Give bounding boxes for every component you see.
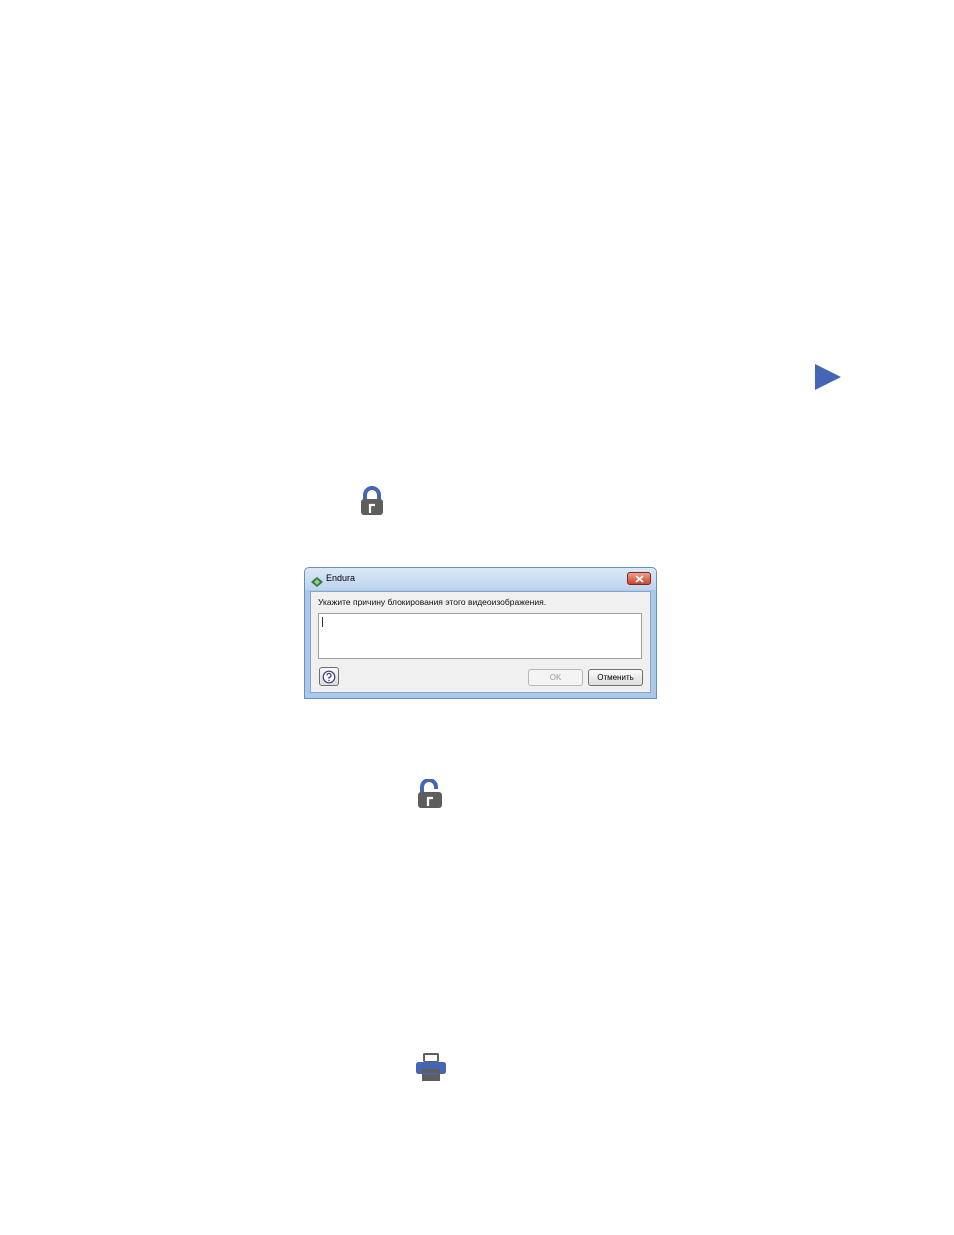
cancel-button[interactable]: Отменить bbox=[588, 669, 643, 686]
help-button[interactable] bbox=[319, 667, 339, 686]
print-icon bbox=[414, 1052, 448, 1082]
reason-input[interactable] bbox=[318, 613, 642, 659]
close-button[interactable] bbox=[627, 572, 651, 585]
app-logo-icon bbox=[311, 574, 323, 587]
dialog-body: Укажите причину блокирования этого видео… bbox=[310, 591, 651, 693]
unlock-icon bbox=[415, 778, 445, 809]
dialog-title: Endura bbox=[326, 573, 356, 583]
text-caret bbox=[322, 617, 323, 627]
dialog-prompt: Укажите причину блокирования этого видео… bbox=[318, 597, 547, 607]
help-icon bbox=[322, 670, 336, 683]
close-icon bbox=[634, 574, 644, 583]
play-icon bbox=[814, 363, 842, 391]
ok-button[interactable]: OK bbox=[528, 669, 583, 686]
lock-reason-dialog: Endura Укажите причину блокирования этог… bbox=[304, 567, 657, 699]
lock-icon bbox=[358, 486, 386, 516]
dialog-titlebar[interactable]: Endura bbox=[305, 568, 656, 590]
